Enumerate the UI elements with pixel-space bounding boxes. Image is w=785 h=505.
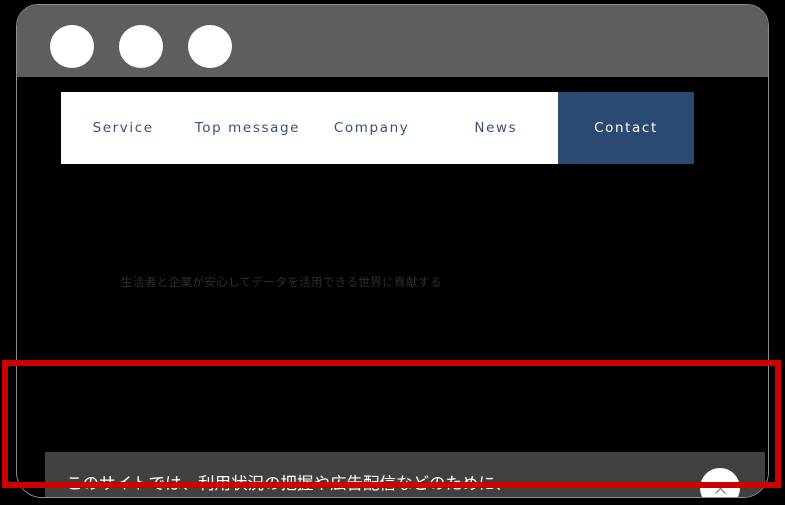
hero-tagline: 生活者と企業が安心してデータを活用できる世界に貢献する (121, 275, 442, 289)
nav-item-news[interactable]: News (434, 92, 558, 164)
nav-item-contact[interactable]: Contact (558, 92, 694, 164)
window-maximize-button[interactable] (188, 25, 232, 68)
hero-section: 生活者と企業が安心してデータを活用できる世界に貢献する (17, 164, 768, 354)
window-minimize-button[interactable] (119, 25, 163, 68)
window-close-button[interactable] (50, 25, 94, 68)
nav-item-service[interactable]: Service (61, 92, 185, 164)
annotation-highlight-box (2, 360, 781, 488)
browser-titlebar (17, 5, 768, 77)
nav-item-company[interactable]: Company (310, 92, 434, 164)
site-navigation: Service Top message Company News Contact (61, 92, 694, 164)
nav-item-top-message[interactable]: Top message (185, 92, 309, 164)
